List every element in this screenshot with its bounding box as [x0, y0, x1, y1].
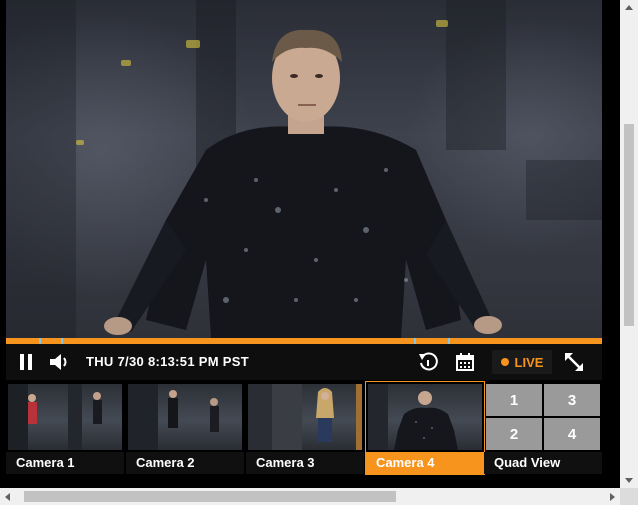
camera-3-thumbnail [248, 384, 362, 450]
camera-1-label: Camera 1 [6, 452, 124, 474]
horizontal-scrollbar[interactable] [0, 488, 620, 505]
quad-view-tile[interactable]: 1 3 2 4 Quad View [484, 382, 602, 474]
horizontal-scroll-thumb[interactable] [24, 491, 396, 502]
quad-cell-2[interactable]: 2 [486, 418, 542, 450]
timestamp: THU 7/30 8:13:51 PM PST [86, 354, 249, 369]
vertical-scroll-thumb[interactable] [624, 124, 634, 326]
camera-2-thumbnail [128, 384, 242, 450]
camera-3-tile[interactable]: Camera 3 [246, 382, 364, 474]
fullscreen-button[interactable] [562, 350, 586, 374]
replay-icon [419, 352, 438, 371]
scroll-up-icon[interactable] [625, 5, 633, 10]
quad-view-grid: 1 3 2 4 [486, 384, 600, 450]
camera-4-thumbnail [368, 384, 482, 450]
volume-button[interactable] [48, 352, 72, 372]
pause-icon [20, 354, 24, 370]
scroll-right-icon[interactable] [610, 493, 615, 501]
camera-2-tile[interactable]: Camera 2 [126, 382, 244, 474]
control-bar: THU 7/30 8:13:51 PM PST LIVE [6, 344, 602, 380]
scrollbar-corner [620, 488, 638, 505]
live-dot-icon [500, 358, 509, 366]
quad-cell-1[interactable]: 1 [486, 384, 542, 416]
quad-view-label: Quad View [484, 452, 602, 474]
video-frame[interactable] [6, 0, 602, 338]
live-label: LIVE [514, 354, 544, 370]
camera-4-label: Camera 4 [366, 452, 484, 474]
replay-button[interactable] [416, 351, 440, 373]
camera-selector: Camera 1 Camera 2 Camera 3 Camera 4 1 3 … [6, 381, 602, 475]
quad-cell-4[interactable]: 4 [544, 418, 600, 450]
camera-1-thumbnail [8, 384, 122, 450]
live-button[interactable]: LIVE [492, 350, 552, 374]
camera-2-label: Camera 2 [126, 452, 244, 474]
calendar-button[interactable] [454, 351, 476, 373]
calendar-icon [456, 353, 474, 371]
quad-cell-3[interactable]: 3 [544, 384, 600, 416]
video-subject-image [104, 29, 502, 338]
scroll-left-icon[interactable] [5, 493, 10, 501]
vertical-scrollbar[interactable] [620, 0, 638, 488]
volume-icon [50, 354, 67, 370]
camera-1-tile[interactable]: Camera 1 [6, 382, 124, 474]
pause-button[interactable] [16, 352, 36, 372]
fullscreen-icon [565, 353, 583, 371]
camera-4-tile[interactable]: Camera 4 [365, 381, 485, 475]
video-player: THU 7/30 8:13:51 PM PST LIVE Camera 1 Ca… [0, 0, 620, 488]
camera-3-label: Camera 3 [246, 452, 364, 474]
scroll-down-icon[interactable] [625, 478, 633, 483]
